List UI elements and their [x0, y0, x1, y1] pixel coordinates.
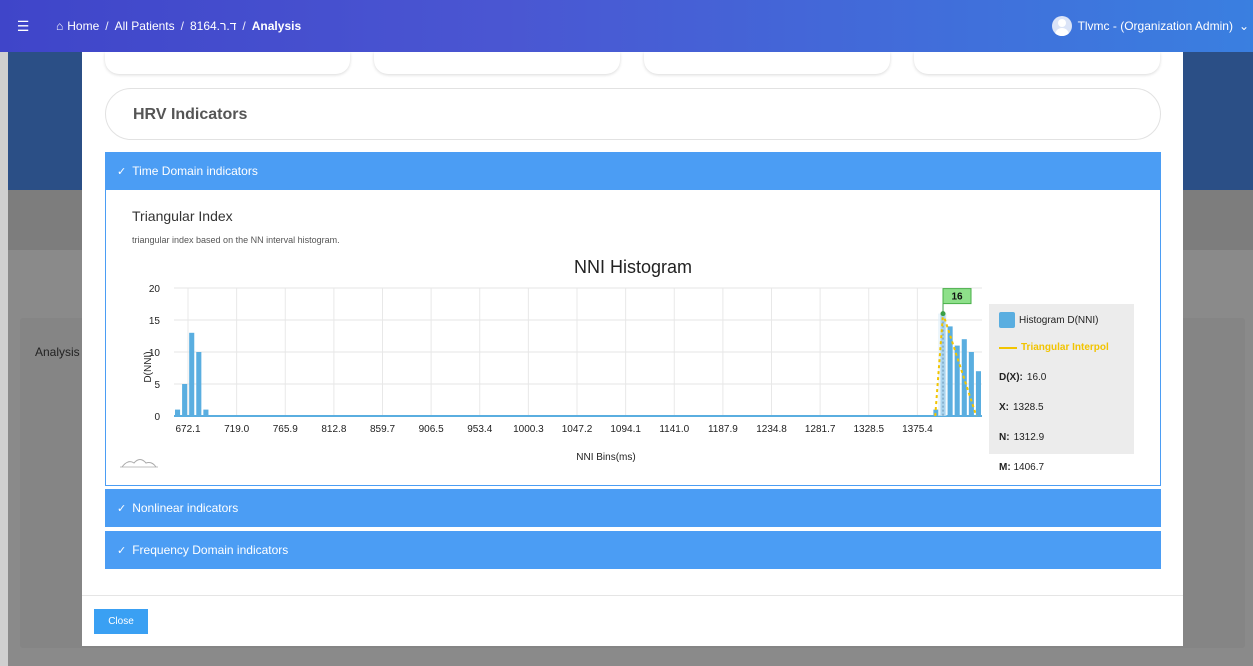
y-tick-label: 0 — [154, 412, 160, 423]
x-axis-label: NNI Bins(ms) — [576, 452, 635, 463]
hrv-header-box: HRV Indicators — [105, 88, 1161, 140]
highlight-bar — [938, 313, 947, 416]
breadcrumb: ⌂ Home / All Patients / 8164.ד.ר / Analy… — [56, 19, 301, 33]
histogram-bar — [947, 326, 953, 416]
accordion-label: Time Domain indicators — [132, 164, 258, 178]
stat-card — [644, 52, 890, 74]
stat-key: N: — [999, 432, 1010, 443]
x-tick-label: 1000.3 — [513, 424, 544, 435]
y-tick-label: 15 — [149, 316, 161, 327]
stat-card — [374, 52, 620, 74]
x-tick-label: 859.7 — [370, 424, 395, 435]
chevron-down-icon: ⌄ — [1238, 19, 1249, 33]
check-icon: ✓ — [117, 544, 127, 557]
x-tick-label: 1234.8 — [756, 424, 787, 435]
breadcrumb-current: Analysis — [251, 19, 302, 33]
legend-swatch — [999, 312, 1015, 328]
stat-value: 1328.5 — [1013, 402, 1044, 413]
hamburger-icon[interactable]: ☰ — [6, 18, 40, 35]
stat-card — [914, 52, 1160, 74]
breadcrumb-separator: / — [105, 19, 109, 33]
sidebar-strip — [0, 52, 8, 666]
x-tick-label: 1281.7 — [805, 424, 836, 435]
stat-key: M: — [999, 462, 1011, 473]
breadcrumb-patient[interactable]: 8164.ד.ר — [190, 19, 236, 33]
legend-interp[interactable]: Triangular Interpol — [999, 342, 1109, 353]
legend-histogram[interactable]: Histogram D(NNI) — [999, 312, 1098, 328]
analysis-panel-label: Analysis — [35, 345, 80, 359]
histogram-bar — [954, 345, 960, 416]
accordion-label: Nonlinear indicators — [132, 501, 239, 515]
accordion-time-domain[interactable]: ✓ Time Domain indicators — [105, 152, 1161, 190]
home-icon: ⌂ — [56, 19, 64, 33]
modal-footer-divider — [82, 595, 1183, 596]
time-domain-panel: Triangular Index triangular index based … — [105, 190, 1161, 486]
close-button[interactable]: Close — [94, 609, 148, 634]
chart-legend: Histogram D(NNI) Triangular Interpol D(X… — [989, 304, 1134, 454]
stat-value: 16.0 — [1026, 372, 1047, 383]
peak-flag-label: 16 — [951, 292, 963, 303]
x-tick-label: 672.1 — [175, 424, 200, 435]
accordion-label: Frequency Domain indicators — [132, 543, 289, 557]
legend-histogram-label: Histogram D(NNI) — [1019, 314, 1099, 326]
hrv-modal: HRV Indicators ✓ Time Domain indicators … — [82, 52, 1183, 646]
breadcrumb-home[interactable]: Home — [67, 19, 99, 33]
x-tick-label: 1187.9 — [708, 424, 738, 435]
accordion-nonlinear[interactable]: ✓ Nonlinear indicators — [105, 489, 1161, 527]
section-description: triangular index based on the NN interva… — [132, 235, 340, 245]
legend-interp-label: Triangular Interpol — [1021, 342, 1109, 353]
stat-dx: D(X): 16.0 — [999, 372, 1046, 383]
histogram-bar — [975, 371, 981, 416]
x-tick-label: 1141.0 — [659, 424, 689, 435]
stat-value: 1406.7 — [1013, 462, 1045, 473]
user-menu[interactable]: Tlvmc - (Organization Admin) ⌄ — [1051, 16, 1249, 36]
x-tick-label: 1328.5 — [853, 424, 884, 435]
stat-card — [105, 52, 350, 74]
top-navbar: ☰ ⌂ Home / All Patients / 8164.ד.ר / Ana… — [0, 0, 1253, 52]
x-tick-label: 812.8 — [321, 424, 346, 435]
histogram-bar — [182, 384, 188, 416]
hrv-title: HRV Indicators — [133, 106, 248, 123]
stat-n: N: 1312.9 — [999, 432, 1044, 443]
x-tick-label: 719.0 — [224, 424, 249, 435]
x-tick-label: 1375.4 — [902, 424, 933, 435]
avatar-icon — [1051, 16, 1072, 36]
x-tick-label: 1047.2 — [562, 424, 593, 435]
check-icon: ✓ — [117, 502, 127, 515]
stat-key: D(X): — [999, 372, 1023, 383]
check-icon: ✓ — [117, 165, 127, 178]
breadcrumb-separator: / — [180, 19, 184, 33]
y-tick-label: 5 — [154, 380, 160, 391]
x-tick-label: 906.5 — [419, 424, 444, 435]
histogram-bar — [196, 352, 202, 416]
stat-value: 1312.9 — [1013, 432, 1045, 443]
chart-title: NNI Histogram — [574, 257, 692, 277]
legend-line — [999, 346, 1017, 349]
stat-x: X: 1328.5 — [999, 402, 1044, 413]
stat-key: X: — [999, 402, 1009, 413]
section-title: Triangular Index — [132, 208, 233, 224]
accordion-frequency[interactable]: ✓ Frequency Domain indicators — [105, 531, 1161, 569]
breadcrumb-separator: / — [242, 19, 246, 33]
breadcrumb-all-patients[interactable]: All Patients — [115, 19, 175, 33]
x-tick-label: 1094.1 — [610, 424, 641, 435]
y-tick-label: 20 — [149, 284, 161, 295]
stat-m: M: 1406.7 — [999, 462, 1044, 473]
y-axis-label: D(NNI) — [143, 351, 154, 382]
user-label: Tlvmc - (Organization Admin) — [1077, 19, 1233, 33]
x-tick-label: 953.4 — [467, 424, 492, 435]
x-tick-label: 765.9 — [273, 424, 298, 435]
chart-logo-icon — [120, 459, 158, 468]
histogram-bar — [189, 332, 195, 416]
